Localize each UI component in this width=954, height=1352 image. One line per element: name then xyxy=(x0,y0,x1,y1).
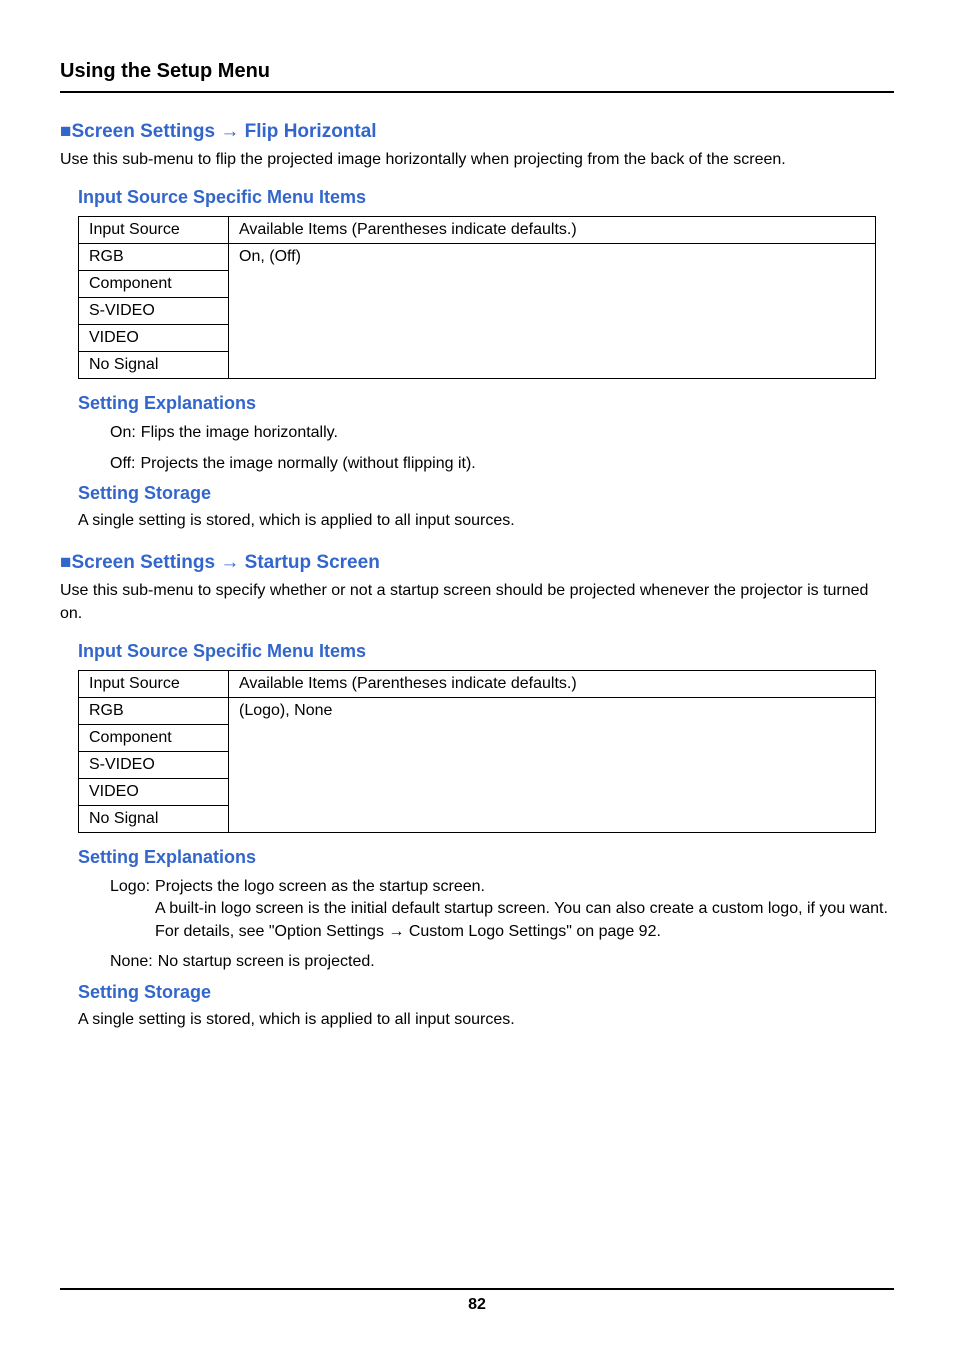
section-heading: ■Screen Settings → Startup Screen xyxy=(60,552,894,574)
table-header-row: Input Source Available Items (Parenthese… xyxy=(79,670,876,697)
heading-text: Screen Settings → Startup Screen xyxy=(71,552,379,573)
explanation-text: Projects the logo screen as the startup … xyxy=(155,876,894,943)
page-number: 82 xyxy=(60,1288,894,1314)
input-source-table-1: Input Source Available Items (Parenthese… xyxy=(78,216,876,379)
section-flip-horizontal: ■Screen Settings → Flip Horizontal Use t… xyxy=(60,121,894,530)
section-intro: Use this sub-menu to specify whether or … xyxy=(60,580,894,625)
table-cell: Component xyxy=(79,724,229,751)
square-marker-icon: ■ xyxy=(60,552,71,573)
table-cell: On, (Off) xyxy=(229,244,876,379)
table-row: RGB On, (Off) xyxy=(79,244,876,271)
explanation-text: Projects the image normally (without fli… xyxy=(141,453,895,475)
explanation-label: None: xyxy=(110,951,158,973)
table-header-cell: Input Source xyxy=(79,217,229,244)
table-header-cell: Available Items (Parentheses indicate de… xyxy=(229,670,876,697)
storage-text: A single setting is stored, which is app… xyxy=(78,512,894,530)
input-source-table-2: Input Source Available Items (Parenthese… xyxy=(78,670,876,833)
section-startup-screen: ■Screen Settings → Startup Screen Use th… xyxy=(60,552,894,1028)
storage-heading: Setting Storage xyxy=(78,982,894,1003)
explanation-item: Logo: Projects the logo screen as the st… xyxy=(110,876,894,943)
table-cell: No Signal xyxy=(79,805,229,832)
table-header-row: Input Source Available Items (Parenthese… xyxy=(79,217,876,244)
table-header-cell: Available Items (Parentheses indicate de… xyxy=(229,217,876,244)
explanation-item: On: Flips the image horizontally. xyxy=(110,422,894,444)
section-intro: Use this sub-menu to flip the projected … xyxy=(60,149,894,171)
table-cell: RGB xyxy=(79,697,229,724)
page-header: Using the Setup Menu xyxy=(60,60,894,93)
table-cell: S-VIDEO xyxy=(79,298,229,325)
explanation-item: None: No startup screen is projected. xyxy=(110,951,894,973)
table-cell: No Signal xyxy=(79,352,229,379)
table-header-cell: Input Source xyxy=(79,670,229,697)
explanation-label: Off: xyxy=(110,453,141,475)
table-cell: S-VIDEO xyxy=(79,751,229,778)
page-footer: 82 xyxy=(60,1288,894,1314)
square-marker-icon: ■ xyxy=(60,121,71,142)
section-heading: ■Screen Settings → Flip Horizontal xyxy=(60,121,894,143)
explanation-text: Flips the image horizontally. xyxy=(141,422,894,444)
explanation-label: Logo: xyxy=(110,876,155,943)
explanations-heading: Setting Explanations xyxy=(78,847,894,868)
table-cell: VIDEO xyxy=(79,778,229,805)
table-row: RGB (Logo), None xyxy=(79,697,876,724)
table-heading: Input Source Specific Menu Items xyxy=(78,187,894,208)
explanations-heading: Setting Explanations xyxy=(78,393,894,414)
explanation-text: No startup screen is projected. xyxy=(158,951,894,973)
explanation-item: Off: Projects the image normally (withou… xyxy=(110,453,894,475)
table-heading: Input Source Specific Menu Items xyxy=(78,641,894,662)
table-cell: VIDEO xyxy=(79,325,229,352)
storage-text: A single setting is stored, which is app… xyxy=(78,1011,894,1029)
explanation-label: On: xyxy=(110,422,141,444)
table-cell: Component xyxy=(79,271,229,298)
storage-heading: Setting Storage xyxy=(78,483,894,504)
heading-text: Screen Settings → Flip Horizontal xyxy=(71,121,376,142)
table-cell: (Logo), None xyxy=(229,697,876,832)
table-cell: RGB xyxy=(79,244,229,271)
